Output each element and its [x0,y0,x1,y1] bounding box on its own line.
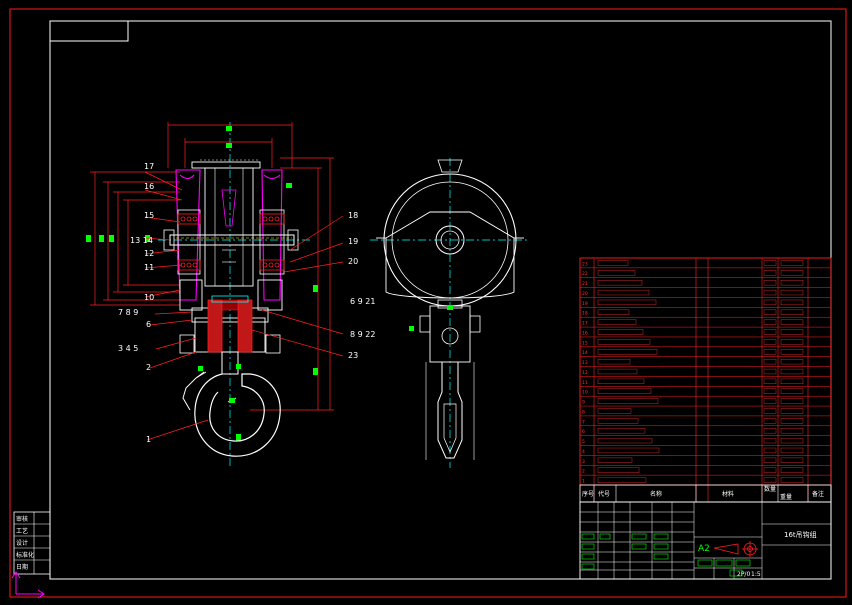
callout-6: 6 [146,320,151,329]
parts-list-row-number: 6 [582,429,585,435]
cad-drawing-canvas: 审核 工艺 设计 标准化 日期 17 16 15 13 14 12 11 10 … [0,0,852,605]
parts-list-row-number: 19 [582,301,588,307]
callout-15: 15 [144,211,154,220]
header-qty: 数量 [764,485,776,493]
revision-row-4: 标准化 [16,551,34,559]
parts-list-row-number: 1 [582,479,585,485]
parts-list-row-number: 7 [582,419,585,425]
callout-2: 2 [146,363,151,372]
callout-7-8-9: 7 8 9 [118,308,138,317]
header-name: 名称 [650,490,662,498]
parts-list-row-number: 2 [582,469,585,475]
callout-6-9-21: 6 9 21 [350,297,375,306]
header-weight: 重量 [780,493,792,501]
callout-12: 12 [144,249,154,258]
callout-20: 20 [348,257,358,266]
parts-list-row-number: 22 [582,271,588,277]
callout-8-9-22: 8 9 22 [350,330,375,339]
parts-list-row-number: 4 [582,449,585,455]
parts-list-row-number: 3 [582,459,585,465]
revision-row-2: 工艺 [16,527,28,535]
parts-list-row-number: 11 [582,380,588,386]
revision-row-3: 设计 [16,539,28,547]
parts-list-row-number: 9 [582,400,585,406]
parts-list-row-number: 20 [582,291,588,297]
parts-list-row-number: 12 [582,370,588,376]
parts-list-row-number: 18 [582,311,588,317]
parts-list-row-number: 10 [582,390,588,396]
scale-value: 1:5 [751,571,761,578]
callout-13-14: 13 14 [130,236,153,245]
callout-16: 16 [144,182,154,191]
callout-23: 23 [348,351,358,360]
parts-list-row-number: 8 [582,409,585,415]
revision-row-1: 审核 [16,515,28,523]
header-no: 序号 [582,490,594,498]
parts-list-row-number: 13 [582,360,588,366]
header-note: 备注 [812,490,824,498]
callout-1: 1 [146,435,151,444]
revision-row-5: 日期 [16,563,28,571]
callout-3-4-5: 3 4 5 [118,344,138,353]
header-code: 代号 [598,490,610,498]
callout-10: 10 [144,293,154,302]
drawing-title: 16t吊钩组 [784,530,817,539]
parts-list-row-number: 14 [582,350,588,356]
parts-list-row-number: 5 [582,439,585,445]
parts-list-row-number: 15 [582,340,588,346]
sheet-number: 2P/0 [737,571,750,578]
callout-11: 11 [144,263,154,272]
callout-17: 17 [144,162,154,171]
parts-list-row-number: 17 [582,321,588,327]
header-material: 材料 [722,490,734,498]
callout-18: 18 [348,211,358,220]
parts-list-row-number: 21 [582,281,588,287]
parts-list-row-number: 23 [582,261,588,267]
callout-19: 19 [348,237,358,246]
parts-list-row-number: 16 [582,330,588,336]
scale-mark: A2 [698,544,710,554]
